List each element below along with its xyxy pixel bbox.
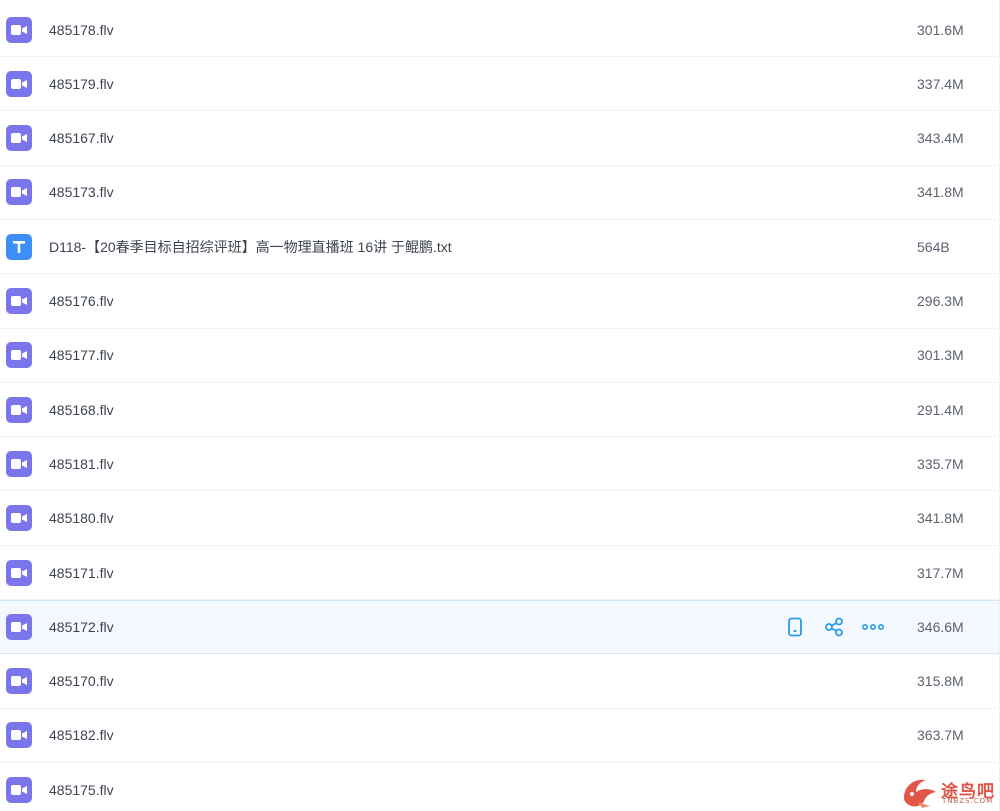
file-row[interactable]: 485182.flv 363.7M (0, 709, 999, 763)
video-file-icon (6, 450, 32, 477)
file-row[interactable]: 485178.flv 301.6M (0, 3, 999, 57)
share-icon[interactable] (823, 616, 845, 638)
file-name[interactable]: 485167.flv (49, 130, 114, 146)
file-name[interactable]: 485171.flv (49, 565, 114, 581)
file-size: 337.4M (917, 75, 964, 92)
video-file-icon (6, 722, 32, 749)
file-row[interactable]: 485175.flv (0, 763, 999, 811)
file-name[interactable]: 485178.flv (49, 22, 114, 38)
file-row[interactable]: 485168.flv 291.4M (0, 383, 999, 438)
file-name[interactable]: 485170.flv (49, 673, 114, 689)
file-name[interactable]: 485172.flv (49, 619, 114, 635)
video-file-icon (6, 342, 32, 369)
file-name[interactable]: 485175.flv (49, 782, 114, 798)
file-size: 346.6M (917, 619, 964, 636)
watermark-subtext: TNBZS.COM (942, 797, 994, 805)
file-size: 341.8M (917, 184, 964, 201)
file-size: 291.4M (917, 401, 964, 418)
file-row[interactable]: 485177.flv 301.3M (0, 329, 999, 383)
file-name[interactable]: 485181.flv (49, 456, 114, 472)
text-file-icon (6, 233, 32, 260)
video-file-icon (6, 125, 32, 152)
bird-logo-icon (904, 779, 936, 808)
more-icon[interactable] (862, 616, 884, 638)
video-file-icon (6, 70, 32, 97)
file-size: 335.7M (917, 455, 964, 472)
file-size: 341.8M (917, 510, 964, 527)
watermark-logo: 途鸟吧 TNBZS.COM (900, 774, 1000, 810)
video-file-icon (6, 668, 32, 695)
video-file-icon (6, 16, 32, 43)
file-name[interactable]: 485168.flv (49, 402, 114, 418)
video-file-icon (6, 396, 32, 423)
video-file-icon (6, 505, 32, 532)
file-name[interactable]: 485180.flv (49, 510, 114, 526)
file-name[interactable]: 485182.flv (49, 727, 114, 743)
row-actions (784, 616, 884, 638)
file-size: 317.7M (917, 564, 964, 581)
file-size: 301.6M (917, 21, 964, 38)
file-row[interactable]: 485170.flv 315.8M (0, 655, 999, 709)
video-file-icon (6, 614, 32, 641)
file-row[interactable]: 485176.flv 296.3M (0, 275, 999, 329)
file-size: 296.3M (917, 293, 964, 309)
file-row[interactable]: 485179.flv 337.4M (0, 57, 999, 112)
file-row[interactable]: 485180.flv 341.8M (0, 492, 999, 546)
video-file-icon (6, 179, 32, 206)
file-row[interactable]: 485171.flv 317.7M (0, 546, 999, 600)
file-row[interactable]: 485167.flv 343.4M (0, 112, 999, 166)
file-name[interactable]: D118-【20春季目标自招综评班】高一物理直播班 16讲 于鲲鹏.txt (49, 237, 452, 257)
file-row[interactable]: 485181.flv 335.7M (0, 437, 999, 492)
file-row[interactable]: 485172.flv 346.6M (0, 600, 999, 655)
file-size: 343.4M (917, 130, 964, 147)
video-file-icon (6, 776, 32, 803)
file-row[interactable]: 485173.flv 341.8M (0, 166, 999, 220)
file-size: 301.3M (917, 347, 964, 364)
file-size: 315.8M (917, 673, 964, 690)
file-name[interactable]: 485177.flv (49, 347, 114, 363)
phone-icon[interactable] (784, 616, 806, 638)
file-size: 363.7M (917, 727, 964, 744)
file-name[interactable]: 485173.flv (49, 184, 114, 200)
file-size: 564B (917, 238, 950, 255)
video-file-icon (6, 288, 32, 314)
file-name[interactable]: 485179.flv (49, 76, 114, 92)
file-name[interactable]: 485176.flv (49, 293, 114, 309)
file-list: 485178.flv 301.6M 485179.flv 337.4M 485167.f… (0, 0, 1000, 811)
video-file-icon (6, 559, 32, 586)
file-row[interactable]: D118-【20春季目标自招综评班】高一物理直播班 16讲 于鲲鹏.txt 564… (0, 220, 999, 275)
